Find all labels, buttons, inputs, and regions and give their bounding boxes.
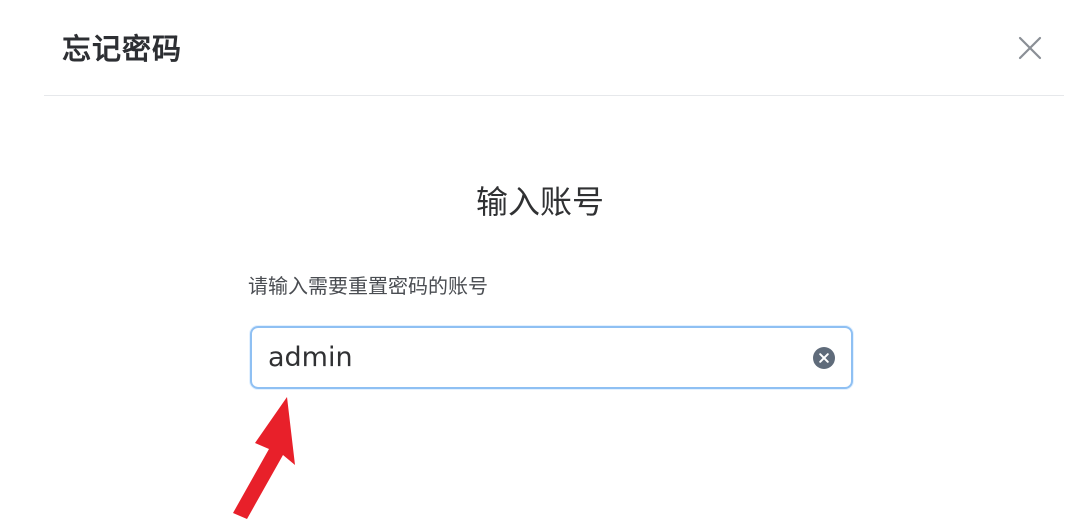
dialog-title: 忘记密码 [62, 32, 183, 66]
account-field-label: 请输入需要重置密码的账号 [248, 274, 488, 298]
close-button[interactable] [1013, 31, 1047, 65]
account-input[interactable] [268, 328, 788, 387]
forgot-password-dialog: 忘记密码 输入账号 请输入需要重置密码的账号 [0, 0, 1080, 519]
clear-circle-icon [813, 347, 835, 369]
red-arrow-icon [225, 395, 305, 519]
account-input-wrapper[interactable] [250, 326, 853, 389]
clear-input-button[interactable] [812, 346, 836, 370]
close-icon [1018, 36, 1042, 60]
step-title: 输入账号 [475, 183, 604, 221]
dialog-header: 忘记密码 [44, 0, 1064, 96]
